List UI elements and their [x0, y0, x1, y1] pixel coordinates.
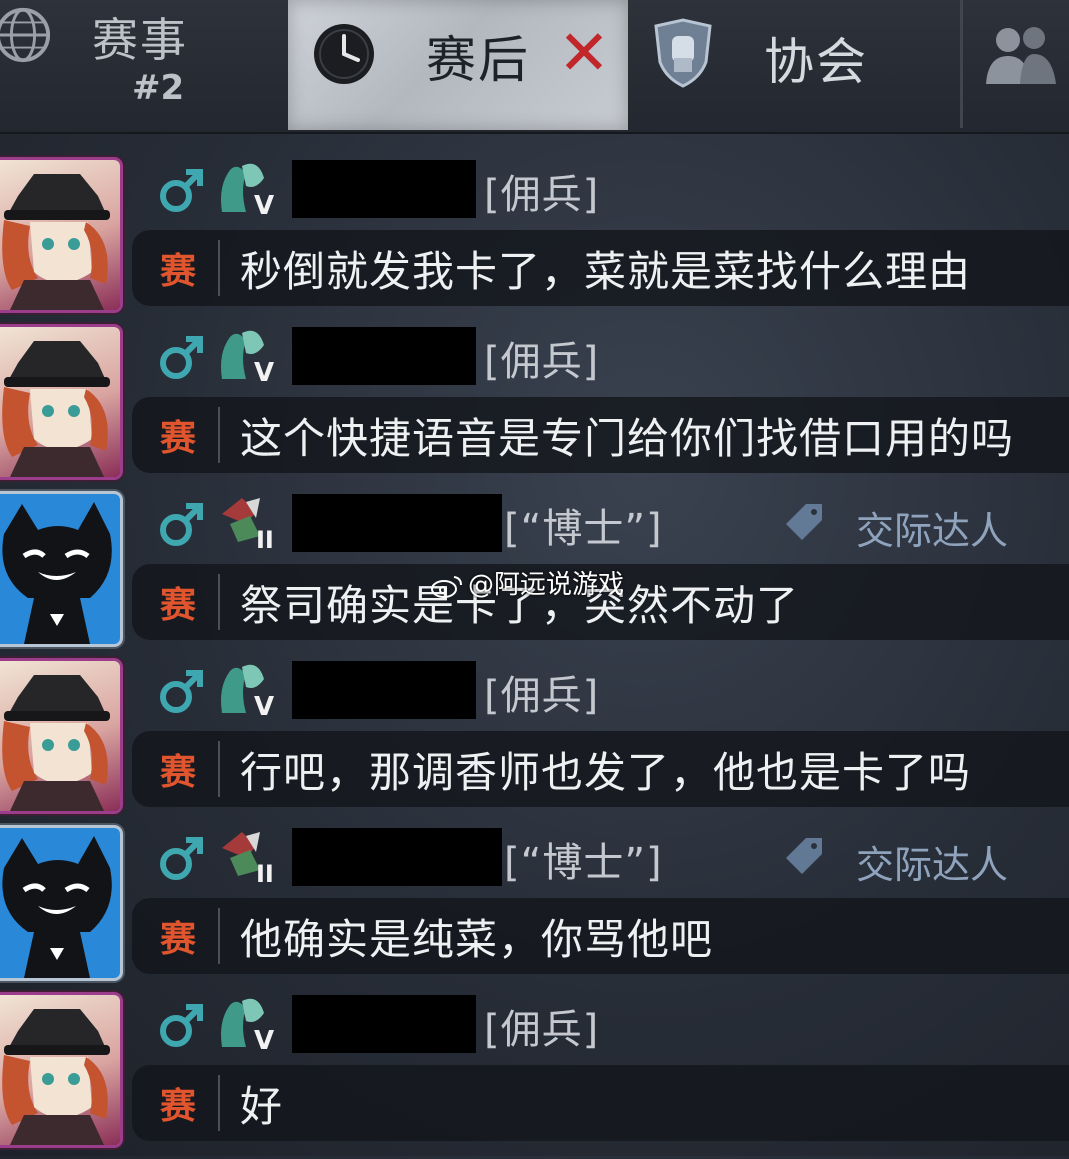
bubble-divider: [218, 1075, 220, 1131]
message-bubble: 赛 这个快捷语音是专门给你们找借口用的吗: [132, 397, 1069, 473]
match-channel-badge: 赛: [160, 919, 197, 960]
watermark: @阿远说游戏: [430, 564, 624, 601]
message-text: 好: [240, 1082, 284, 1131]
redacted-player-name: [292, 327, 476, 385]
message-bubble: 赛好: [132, 1065, 1069, 1141]
rank-badge-icon: II: [222, 498, 274, 552]
svg-text:V: V: [254, 358, 274, 385]
character-role-label: [佣兵]: [484, 1007, 600, 1053]
tab-association[interactable]: 协会: [636, 0, 956, 130]
hat-character-art: [2, 675, 110, 811]
message-text: 秒倒就发我卡了，菜就是菜找什么理由: [240, 247, 972, 296]
player-title-label: 交际达人: [856, 509, 1009, 553]
black-cat-avatar[interactable]: [0, 494, 120, 644]
bubble-divider: [218, 407, 220, 463]
tab-association-label: 协会: [764, 33, 868, 91]
character-role-label: [佣兵]: [484, 172, 600, 218]
tab-events[interactable]: 赛事 #2: [0, 0, 280, 130]
redacted-player-name: [292, 661, 476, 719]
message-text: 行吧，那调香师也发了，他也是卡了吗: [240, 748, 972, 797]
redacted-player-name: [292, 995, 476, 1053]
character-role-label: [“博士”]: [504, 506, 663, 552]
redacted-player-name: [292, 494, 502, 552]
match-channel-badge: 赛: [160, 752, 197, 793]
tag-icon: [786, 504, 822, 540]
bubble-divider: [218, 574, 220, 630]
watermark-text: @阿远说游戏: [468, 570, 625, 600]
character-role-label: [佣兵]: [484, 673, 600, 719]
svg-text:V: V: [254, 191, 274, 218]
character-role-label: [“博士”]: [504, 840, 663, 886]
black-cat-art: [2, 502, 112, 644]
hat-character-art: [2, 341, 110, 477]
hat-character-avatar[interactable]: [0, 661, 120, 811]
male-gender-icon: [160, 503, 203, 546]
male-gender-icon: [160, 336, 203, 379]
friends-icon[interactable]: [980, 22, 1060, 86]
top-tab-bar: 赛事 #2 赛后 ✕ 协会: [0, 0, 1069, 134]
message-bubble: 赛 他确实是纯菜，你骂他吧: [132, 898, 1069, 974]
match-channel-badge: 赛: [160, 251, 197, 292]
tab-divider: [960, 0, 963, 128]
svg-text:II: II: [256, 526, 274, 552]
rank-badge-icon: V: [221, 163, 274, 218]
close-icon[interactable]: ✕: [558, 16, 610, 89]
clock-icon: [314, 24, 374, 84]
chat-message: V [佣兵] 赛 秒倒就发我卡了，菜就是菜找什么理由: [0, 158, 1069, 324]
tab-post-match-label: 赛后: [426, 31, 530, 89]
bubble-divider: [218, 908, 220, 964]
chat-message: II [“博士”] 交际达人赛 他确实是纯菜，你骂他吧: [0, 826, 1069, 992]
hat-character-avatar[interactable]: [0, 160, 120, 310]
male-gender-icon: [160, 837, 203, 880]
chat-message: V [佣兵] 赛 行吧，那调香师也发了，他也是卡了吗: [0, 659, 1069, 825]
chat-message: V [佣兵] 赛 这个快捷语音是专门给你们找借口用的吗: [0, 325, 1069, 491]
tab-events-label: 赛事: [92, 13, 188, 67]
svg-text:V: V: [254, 1026, 274, 1053]
character-role-label: [佣兵]: [484, 339, 600, 385]
hat-character-avatar[interactable]: [0, 995, 120, 1145]
tab-post-match[interactable]: 赛后 ✕: [288, 0, 628, 130]
shield-fist-icon: [654, 18, 712, 88]
tag-icon: [786, 838, 822, 874]
match-channel-badge: 赛: [160, 418, 197, 459]
male-gender-icon: [160, 670, 203, 713]
tab-events-count: #2: [132, 68, 185, 108]
match-channel-badge: 赛: [160, 1086, 197, 1127]
male-gender-icon: [160, 1004, 203, 1047]
message-text: 他确实是纯菜，你骂他吧: [240, 915, 714, 964]
male-gender-icon: [160, 169, 203, 212]
bubble-divider: [218, 240, 220, 296]
svg-text:V: V: [254, 692, 274, 719]
message-text: 这个快捷语音是专门给你们找借口用的吗: [240, 414, 1015, 463]
player-title-label: 交际达人: [856, 843, 1009, 887]
svg-text:II: II: [256, 860, 274, 886]
message-bubble: 赛 行吧，那调香师也发了，他也是卡了吗: [132, 731, 1069, 807]
black-cat-avatar[interactable]: [0, 828, 120, 978]
redacted-player-name: [292, 828, 502, 886]
black-cat-art: [2, 836, 112, 978]
hat-character-art: [2, 174, 110, 310]
weibo-icon: [431, 575, 462, 598]
hat-character-art: [2, 1009, 110, 1145]
hat-character-avatar[interactable]: [0, 327, 120, 477]
globe-icon: [0, 7, 51, 63]
bubble-divider: [218, 741, 220, 797]
chat-message: V [佣兵] 赛好: [0, 993, 1069, 1159]
redacted-player-name: [292, 160, 476, 218]
rank-badge-icon: II: [222, 832, 274, 886]
match-channel-badge: 赛: [160, 585, 197, 626]
rank-badge-icon: V: [221, 330, 274, 385]
rank-badge-icon: V: [221, 998, 274, 1053]
rank-badge-icon: V: [221, 664, 274, 719]
message-bubble: 赛 秒倒就发我卡了，菜就是菜找什么理由: [132, 230, 1069, 306]
